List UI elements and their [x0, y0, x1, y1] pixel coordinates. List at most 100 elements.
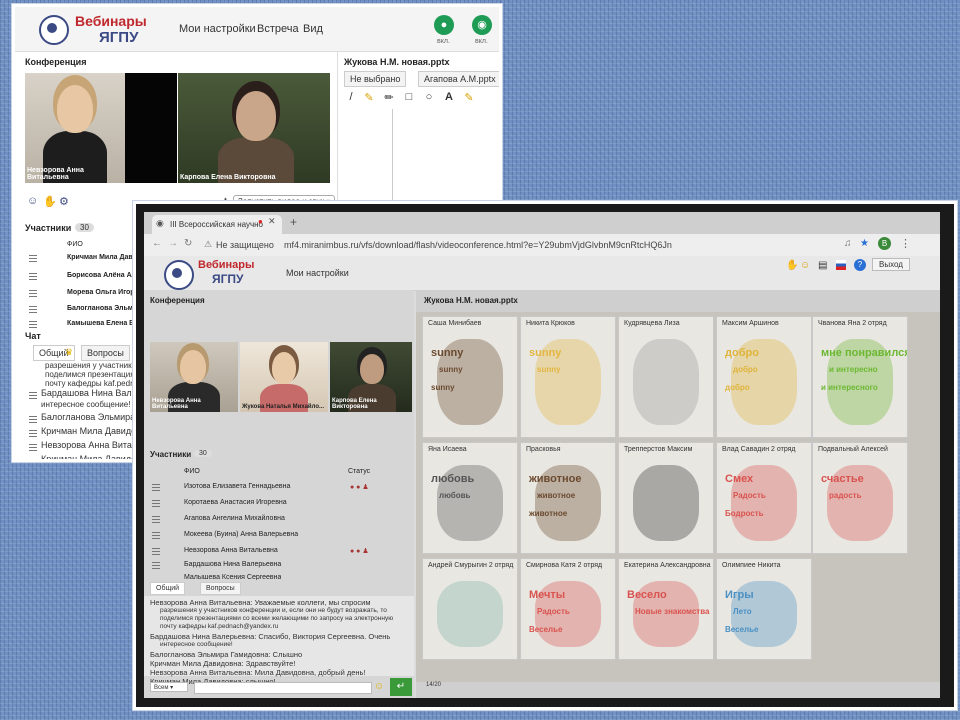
chat-line-icon [29, 430, 37, 437]
language-flag-icon[interactable] [836, 260, 846, 270]
participant-row[interactable]: Кричман Мила Дави [67, 254, 137, 261]
back-icon[interactable]: ← [152, 238, 162, 249]
crown-icon: ♛ [65, 347, 74, 357]
video-name: Невзорова Анна Витальевна [27, 167, 84, 181]
participant-row[interactable]: Изотова Елизавета Геннадьевна [184, 483, 290, 490]
word-cloud-slide: Андрей Смурыгин 2 отряд [422, 558, 518, 660]
slide-author: Саша Минибаев [428, 320, 482, 327]
participant-row[interactable]: Балогланова Эльми [67, 305, 137, 312]
participants-col-name: ФИО [184, 468, 200, 475]
participant-row[interactable]: Коротаева Анастасия Игоревна [184, 499, 287, 506]
word-cloud-word: любовь [431, 473, 475, 485]
microphone-icon[interactable]: ♫ [844, 238, 852, 249]
file-tab-none[interactable]: Не выбрано [344, 71, 407, 87]
menu-dots-icon[interactable]: ⋮ [900, 237, 911, 250]
word-cloud-slide: Никита Крюков sunny sunny [520, 316, 616, 438]
emoji-icon[interactable]: ☺ [800, 260, 810, 271]
close-tab-icon[interactable]: ✕ [268, 216, 276, 227]
whiteboard-canvas[interactable] [392, 109, 499, 209]
brand-title: Вебинары [75, 13, 147, 29]
url-input[interactable]: mf4.miranimbus.ru/vfs/download/flash/vid… [284, 240, 824, 250]
hand-icon[interactable]: ✋ [786, 260, 798, 271]
participant-row[interactable]: Агапова Ангелина Михайловна [184, 515, 285, 522]
drag-handle-icon[interactable] [29, 255, 37, 262]
drag-handle-icon[interactable] [152, 500, 160, 507]
forward-icon[interactable]: → [168, 238, 178, 249]
drag-handle-icon[interactable] [152, 484, 160, 491]
nav-view[interactable]: Вид [303, 23, 323, 35]
participant-row[interactable]: Камышева Елена В [67, 320, 134, 327]
star-icon[interactable]: ★ [860, 238, 869, 249]
globe-icon: ◉ [156, 218, 164, 228]
app-header: Вебинары ЯГПУ Мои настройки Встреча Вид … [15, 7, 499, 52]
marker-tool-icon[interactable]: ✎ [362, 91, 376, 104]
chat-tab-general[interactable]: Общий [150, 582, 186, 595]
nav-meeting[interactable]: Встреча [257, 23, 299, 35]
user-list-icon[interactable]: ☺ [27, 195, 38, 207]
status-icons: ● ● ♟ [350, 548, 369, 555]
chat-title: Чат [25, 331, 41, 341]
chat-input[interactable] [194, 682, 372, 694]
microphone-toggle-button[interactable]: ● [434, 15, 454, 35]
rectangle-tool-icon[interactable]: □ [402, 91, 416, 103]
participant-row[interactable]: Невзорова Анна Витальевна [184, 547, 278, 554]
chat-line: Невзорова Анна Витал [41, 440, 138, 450]
video-tile[interactable]: Жукова Наталья Михайло... [240, 342, 328, 412]
profile-avatar[interactable]: B [878, 237, 891, 250]
folder-icon[interactable]: ▤ [818, 260, 827, 271]
screenshot-laptop-photo: III Всероссийская научно ◉ ● ✕ + ← → ↻ ⚠… [133, 201, 957, 710]
send-button[interactable]: ↵ [390, 678, 412, 696]
settings-icon[interactable]: ⚙ [59, 195, 69, 208]
fill-tool-icon[interactable]: ✎ [462, 91, 476, 104]
exit-button[interactable]: Выход [872, 258, 910, 271]
nav-my-settings[interactable]: Мои настройки [179, 23, 256, 35]
drag-handle-icon[interactable] [152, 562, 160, 569]
word-cloud-word: Веселье [725, 625, 759, 634]
drag-handle-icon[interactable] [29, 290, 37, 297]
hand-icon[interactable]: ✋ [43, 195, 57, 208]
participant-row[interactable]: Малышева Ксения Сергеевна [184, 574, 281, 580]
word-cloud-word: Игры [725, 589, 754, 601]
pen-tool-icon[interactable]: ✏ [382, 91, 396, 104]
drag-handle-icon[interactable] [152, 532, 160, 539]
video-tile[interactable]: Карпова Елена Викторовна [178, 73, 330, 183]
chat-line: Невзорова Анна Витальевна: Мила Давидовн… [150, 668, 366, 677]
text-tool-icon[interactable]: A [442, 91, 456, 103]
chat-line: Невзорова Анна Витальевна: Уважаемые кол… [150, 598, 371, 607]
participant-row[interactable]: Морева Ольга Игор [67, 289, 135, 296]
drag-handle-icon[interactable] [29, 306, 37, 313]
camera-toggle-button[interactable]: ◉ [472, 15, 492, 35]
emoji-icon[interactable]: ☺ [374, 681, 384, 692]
chat-line: поделимся презентациями со всеми желающи… [160, 615, 394, 622]
ellipse-tool-icon[interactable]: ○ [422, 91, 436, 103]
browser-window: III Всероссийская научно ◉ ● ✕ + ← → ↻ ⚠… [144, 212, 940, 698]
file-tab-agapova[interactable]: Агапова А.М.pptx [418, 71, 499, 87]
help-icon[interactable]: ? [854, 259, 866, 271]
drag-handle-icon[interactable] [152, 548, 160, 555]
chat-tab-questions[interactable]: Вопросы [81, 345, 130, 361]
video-tile[interactable]: Карпова Елена Викторовна [330, 342, 412, 412]
participant-row[interactable]: Борисова Алёна Ал [67, 272, 136, 279]
brand-subtitle: ЯГПУ [212, 272, 244, 286]
reload-icon[interactable]: ↻ [184, 238, 192, 249]
line-tool-icon[interactable]: / [344, 91, 358, 103]
nav-my-settings[interactable]: Мои настройки [286, 268, 349, 278]
word-cloud-slide: Прасковья животное животное животное [520, 442, 616, 554]
word-cloud-word: любовь [439, 491, 471, 500]
participant-row[interactable]: Мокеева (Буина) Анна Валерьевна [184, 531, 298, 538]
word-cloud-word: добро [725, 383, 750, 392]
slide-author: Андрей Смурыгин 2 отряд [428, 562, 514, 569]
recipient-select[interactable]: Всем ▾ [150, 682, 188, 692]
chat-tab-questions[interactable]: Вопросы [200, 582, 241, 595]
drag-handle-icon[interactable] [29, 321, 37, 328]
participant-row[interactable]: Бардашова Нина Валерьевна [184, 561, 281, 568]
chat-line: почту кафедры kaf.pednach@yandex.ru [160, 623, 279, 630]
video-tile[interactable]: Невзорова Анна Витальевна [25, 73, 125, 183]
participants-title: Участники [25, 223, 72, 233]
new-tab-icon[interactable]: + [290, 215, 297, 229]
microphone-icon: ● [440, 19, 448, 31]
drag-handle-icon[interactable] [152, 516, 160, 523]
drag-handle-icon[interactable] [29, 273, 37, 280]
slide-author: Смирнова Катя 2 отряд [526, 562, 603, 569]
video-tile[interactable]: Невзорова Анна Витальевна [150, 342, 238, 412]
